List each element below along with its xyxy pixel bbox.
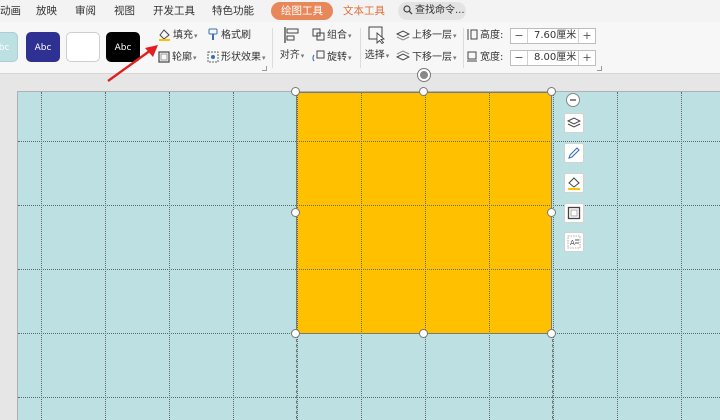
red-arrow-icon [107,49,152,82]
red-arrow-head-icon [145,45,158,57]
annotation-arrow-overlay [107,45,158,82]
